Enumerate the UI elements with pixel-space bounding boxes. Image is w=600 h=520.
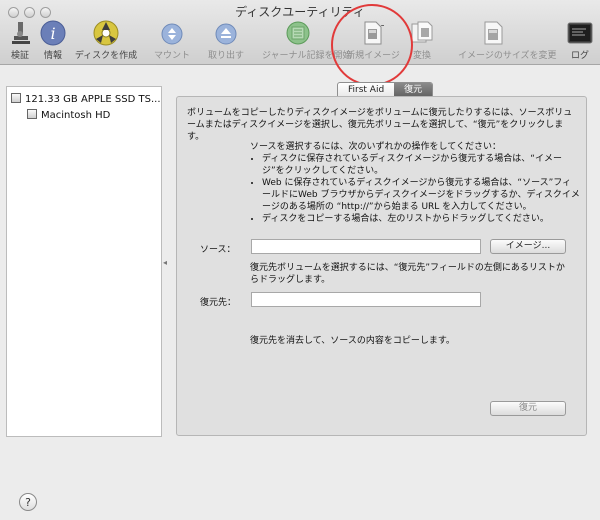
svg-text:+: +: [380, 20, 384, 32]
mount-icon: [161, 23, 183, 45]
disk-utility-window: ディスクユーティリティ 検証 i 情報 ディスクを作成 マウント 取り出す ジャ…: [0, 0, 600, 520]
instruction-item: Web に保存されているディスクイメージから復元する場合は、“ソース”フィールド…: [262, 177, 580, 213]
restore-intro-text: ボリュームをコピーしたりディスクイメージをボリュームに復元したりするには、ソース…: [187, 108, 573, 142]
restore-panel: ボリュームをコピーしたりディスクイメージをボリュームに復元したりするには、ソース…: [176, 96, 587, 436]
window-title: ディスクユーティリティ: [235, 5, 365, 19]
instructions-heading: ソースを選択するには、次のいずれかの操作をしてください：: [250, 142, 502, 152]
instruction-item: ディスクをコピーする場合は、左のリストからドラッグしてください。: [262, 213, 580, 225]
eject-icon: [215, 23, 237, 45]
info-icon: i: [40, 20, 66, 46]
log-icon: [567, 22, 593, 44]
log-button[interactable]: ログ: [544, 20, 600, 62]
disk-list[interactable]: 121.33 GB APPLE SSD TS... Macintosh HD: [6, 86, 162, 437]
toolbar: ディスクユーティリティ 検証 i 情報 ディスクを作成 マウント 取り出す ジャ…: [0, 0, 600, 65]
burn-button[interactable]: ディスクを作成: [70, 20, 142, 62]
eject-button[interactable]: 取り出す: [190, 20, 262, 62]
disk-list-item-drive[interactable]: 121.33 GB APPLE SSD TS...: [11, 93, 161, 107]
convert-button[interactable]: 変換: [386, 20, 458, 62]
burn-icon: [93, 20, 119, 46]
resize-image-icon: [484, 21, 503, 45]
hard-drive-icon: [11, 93, 21, 103]
drive-label: 121.33 GB APPLE SSD TS...: [25, 94, 161, 105]
disk-list-item-volume[interactable]: Macintosh HD: [27, 109, 110, 123]
journal-label: ジャーナル記録を開始: [262, 51, 352, 61]
destination-hint: 復元先ボリュームを選択するには、“復元先”フィールドの左側にあるリストからドラッ…: [250, 263, 565, 285]
eject-label: 取り出す: [207, 51, 244, 61]
destination-field[interactable]: [251, 292, 481, 307]
resize-image-button[interactable]: イメージのサイズを変更: [458, 20, 557, 62]
restore-instructions: ソースを選択するには、次のいずれかの操作をしてください： ディスクに保存されてい…: [250, 141, 580, 225]
instruction-item: ディスクに保存されているディスクイメージから復元する場合は、“イメージ”をクリッ…: [262, 153, 580, 177]
new-image-icon: +: [364, 20, 384, 45]
help-button[interactable]: ?: [19, 493, 37, 511]
journal-button[interactable]: ジャーナル記録を開始: [262, 20, 352, 62]
instructions-list: ディスクに保存されているディスクイメージから復元する場合は、“イメージ”をクリッ…: [250, 153, 580, 225]
volume-label: Macintosh HD: [41, 110, 111, 121]
journal-icon: [286, 21, 310, 45]
resize-image-label: イメージのサイズを変更: [458, 51, 557, 61]
source-label: ソース：: [200, 245, 236, 255]
volume-icon: [27, 109, 37, 119]
image-button[interactable]: イメージ...: [490, 239, 566, 254]
convert-icon: [411, 21, 433, 43]
destination-label: 復元先：: [200, 298, 237, 308]
log-label: ログ: [570, 51, 589, 61]
restore-button[interactable]: 復元: [490, 401, 566, 416]
erase-note: 復元先を消去して、ソースの内容をコピーします。: [250, 336, 455, 346]
svg-text:i: i: [50, 24, 55, 43]
split-view-handle[interactable]: ◂: [163, 258, 169, 267]
source-field[interactable]: [251, 239, 481, 254]
convert-label: 変換: [412, 51, 431, 61]
burn-label: ディスクを作成: [74, 51, 138, 61]
